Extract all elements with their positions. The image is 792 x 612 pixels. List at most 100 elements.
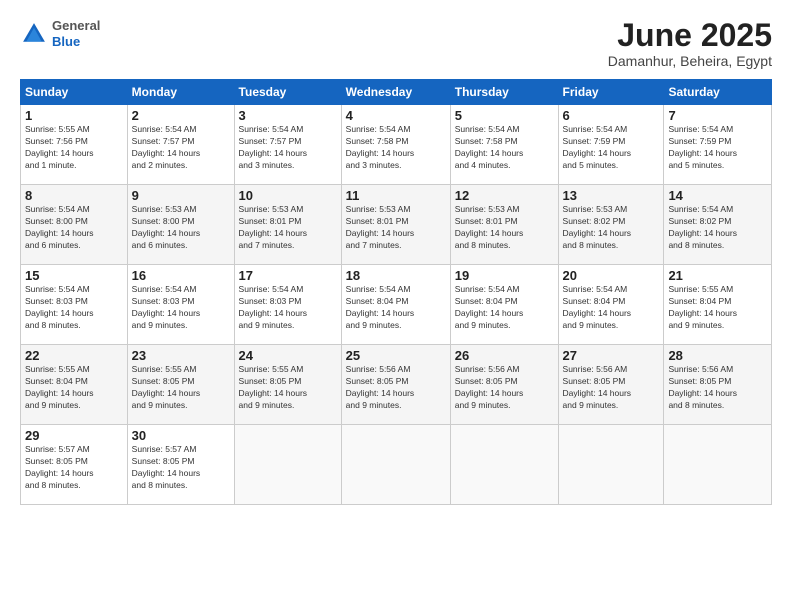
calendar-cell: 17Sunrise: 5:54 AMSunset: 8:03 PMDayligh… xyxy=(234,265,341,345)
day-info: Sunrise: 5:54 AMSunset: 8:04 PMDaylight:… xyxy=(563,284,660,332)
calendar-cell: 23Sunrise: 5:55 AMSunset: 8:05 PMDayligh… xyxy=(127,345,234,425)
day-info: Sunrise: 5:55 AMSunset: 8:05 PMDaylight:… xyxy=(239,364,337,412)
day-number: 11 xyxy=(346,188,446,203)
month-title: June 2025 xyxy=(608,18,772,53)
calendar-cell: 7Sunrise: 5:54 AMSunset: 7:59 PMDaylight… xyxy=(664,105,772,185)
calendar-cell: 20Sunrise: 5:54 AMSunset: 8:04 PMDayligh… xyxy=(558,265,664,345)
day-number: 19 xyxy=(455,268,554,283)
col-saturday: Saturday xyxy=(664,80,772,105)
day-number: 26 xyxy=(455,348,554,363)
page: General Blue June 2025 Damanhur, Beheira… xyxy=(0,0,792,612)
calendar-cell: 2Sunrise: 5:54 AMSunset: 7:57 PMDaylight… xyxy=(127,105,234,185)
day-info: Sunrise: 5:54 AMSunset: 8:04 PMDaylight:… xyxy=(346,284,446,332)
day-info: Sunrise: 5:54 AMSunset: 8:03 PMDaylight:… xyxy=(239,284,337,332)
day-info: Sunrise: 5:56 AMSunset: 8:05 PMDaylight:… xyxy=(668,364,767,412)
day-info: Sunrise: 5:54 AMSunset: 7:59 PMDaylight:… xyxy=(563,124,660,172)
title-area: June 2025 Damanhur, Beheira, Egypt xyxy=(608,18,772,69)
day-info: Sunrise: 5:53 AMSunset: 8:01 PMDaylight:… xyxy=(346,204,446,252)
calendar-cell xyxy=(341,425,450,505)
calendar-cell: 21Sunrise: 5:55 AMSunset: 8:04 PMDayligh… xyxy=(664,265,772,345)
calendar-cell: 4Sunrise: 5:54 AMSunset: 7:58 PMDaylight… xyxy=(341,105,450,185)
calendar-cell: 26Sunrise: 5:56 AMSunset: 8:05 PMDayligh… xyxy=(450,345,558,425)
day-number: 21 xyxy=(668,268,767,283)
calendar-cell: 10Sunrise: 5:53 AMSunset: 8:01 PMDayligh… xyxy=(234,185,341,265)
day-number: 16 xyxy=(132,268,230,283)
day-number: 4 xyxy=(346,108,446,123)
day-number: 8 xyxy=(25,188,123,203)
col-friday: Friday xyxy=(558,80,664,105)
day-number: 9 xyxy=(132,188,230,203)
calendar-cell: 28Sunrise: 5:56 AMSunset: 8:05 PMDayligh… xyxy=(664,345,772,425)
day-number: 14 xyxy=(668,188,767,203)
day-info: Sunrise: 5:56 AMSunset: 8:05 PMDaylight:… xyxy=(346,364,446,412)
calendar-cell: 11Sunrise: 5:53 AMSunset: 8:01 PMDayligh… xyxy=(341,185,450,265)
day-number: 13 xyxy=(563,188,660,203)
day-number: 18 xyxy=(346,268,446,283)
day-info: Sunrise: 5:55 AMSunset: 8:05 PMDaylight:… xyxy=(132,364,230,412)
calendar-cell: 30Sunrise: 5:57 AMSunset: 8:05 PMDayligh… xyxy=(127,425,234,505)
day-info: Sunrise: 5:55 AMSunset: 8:04 PMDaylight:… xyxy=(668,284,767,332)
calendar-cell: 6Sunrise: 5:54 AMSunset: 7:59 PMDaylight… xyxy=(558,105,664,185)
day-number: 27 xyxy=(563,348,660,363)
calendar-cell: 3Sunrise: 5:54 AMSunset: 7:57 PMDaylight… xyxy=(234,105,341,185)
day-info: Sunrise: 5:54 AMSunset: 8:02 PMDaylight:… xyxy=(668,204,767,252)
day-info: Sunrise: 5:54 AMSunset: 8:04 PMDaylight:… xyxy=(455,284,554,332)
day-info: Sunrise: 5:53 AMSunset: 8:00 PMDaylight:… xyxy=(132,204,230,252)
day-number: 25 xyxy=(346,348,446,363)
day-number: 1 xyxy=(25,108,123,123)
header: General Blue June 2025 Damanhur, Beheira… xyxy=(20,18,772,69)
day-number: 23 xyxy=(132,348,230,363)
calendar-cell: 27Sunrise: 5:56 AMSunset: 8:05 PMDayligh… xyxy=(558,345,664,425)
calendar-cell: 1Sunrise: 5:55 AMSunset: 7:56 PMDaylight… xyxy=(21,105,128,185)
col-wednesday: Wednesday xyxy=(341,80,450,105)
day-info: Sunrise: 5:57 AMSunset: 8:05 PMDaylight:… xyxy=(132,444,230,492)
col-monday: Monday xyxy=(127,80,234,105)
col-thursday: Thursday xyxy=(450,80,558,105)
calendar-cell: 19Sunrise: 5:54 AMSunset: 8:04 PMDayligh… xyxy=(450,265,558,345)
col-tuesday: Tuesday xyxy=(234,80,341,105)
day-number: 20 xyxy=(563,268,660,283)
logo-icon xyxy=(20,20,48,48)
day-info: Sunrise: 5:54 AMSunset: 7:57 PMDaylight:… xyxy=(132,124,230,172)
day-number: 29 xyxy=(25,428,123,443)
day-number: 10 xyxy=(239,188,337,203)
calendar-header-row: Sunday Monday Tuesday Wednesday Thursday… xyxy=(21,80,772,105)
day-number: 28 xyxy=(668,348,767,363)
day-info: Sunrise: 5:57 AMSunset: 8:05 PMDaylight:… xyxy=(25,444,123,492)
calendar-cell: 12Sunrise: 5:53 AMSunset: 8:01 PMDayligh… xyxy=(450,185,558,265)
day-info: Sunrise: 5:55 AMSunset: 7:56 PMDaylight:… xyxy=(25,124,123,172)
col-sunday: Sunday xyxy=(21,80,128,105)
day-number: 12 xyxy=(455,188,554,203)
logo: General Blue xyxy=(20,18,100,49)
calendar-cell: 5Sunrise: 5:54 AMSunset: 7:58 PMDaylight… xyxy=(450,105,558,185)
day-number: 7 xyxy=(668,108,767,123)
day-info: Sunrise: 5:56 AMSunset: 8:05 PMDaylight:… xyxy=(563,364,660,412)
day-number: 24 xyxy=(239,348,337,363)
calendar-cell: 29Sunrise: 5:57 AMSunset: 8:05 PMDayligh… xyxy=(21,425,128,505)
day-info: Sunrise: 5:54 AMSunset: 7:59 PMDaylight:… xyxy=(668,124,767,172)
day-info: Sunrise: 5:54 AMSunset: 7:58 PMDaylight:… xyxy=(455,124,554,172)
calendar-cell: 8Sunrise: 5:54 AMSunset: 8:00 PMDaylight… xyxy=(21,185,128,265)
calendar-cell: 24Sunrise: 5:55 AMSunset: 8:05 PMDayligh… xyxy=(234,345,341,425)
day-number: 3 xyxy=(239,108,337,123)
day-info: Sunrise: 5:53 AMSunset: 8:01 PMDaylight:… xyxy=(455,204,554,252)
day-number: 15 xyxy=(25,268,123,283)
calendar-cell xyxy=(234,425,341,505)
day-info: Sunrise: 5:55 AMSunset: 8:04 PMDaylight:… xyxy=(25,364,123,412)
calendar-cell xyxy=(664,425,772,505)
day-number: 22 xyxy=(25,348,123,363)
calendar-cell: 9Sunrise: 5:53 AMSunset: 8:00 PMDaylight… xyxy=(127,185,234,265)
day-info: Sunrise: 5:53 AMSunset: 8:01 PMDaylight:… xyxy=(239,204,337,252)
calendar-table: Sunday Monday Tuesday Wednesday Thursday… xyxy=(20,79,772,505)
day-number: 2 xyxy=(132,108,230,123)
day-number: 6 xyxy=(563,108,660,123)
logo-general: General xyxy=(52,18,100,33)
logo-blue: Blue xyxy=(52,34,80,49)
day-info: Sunrise: 5:54 AMSunset: 8:00 PMDaylight:… xyxy=(25,204,123,252)
day-number: 30 xyxy=(132,428,230,443)
calendar-cell: 13Sunrise: 5:53 AMSunset: 8:02 PMDayligh… xyxy=(558,185,664,265)
day-info: Sunrise: 5:54 AMSunset: 7:57 PMDaylight:… xyxy=(239,124,337,172)
day-number: 5 xyxy=(455,108,554,123)
day-info: Sunrise: 5:54 AMSunset: 7:58 PMDaylight:… xyxy=(346,124,446,172)
calendar-cell: 15Sunrise: 5:54 AMSunset: 8:03 PMDayligh… xyxy=(21,265,128,345)
